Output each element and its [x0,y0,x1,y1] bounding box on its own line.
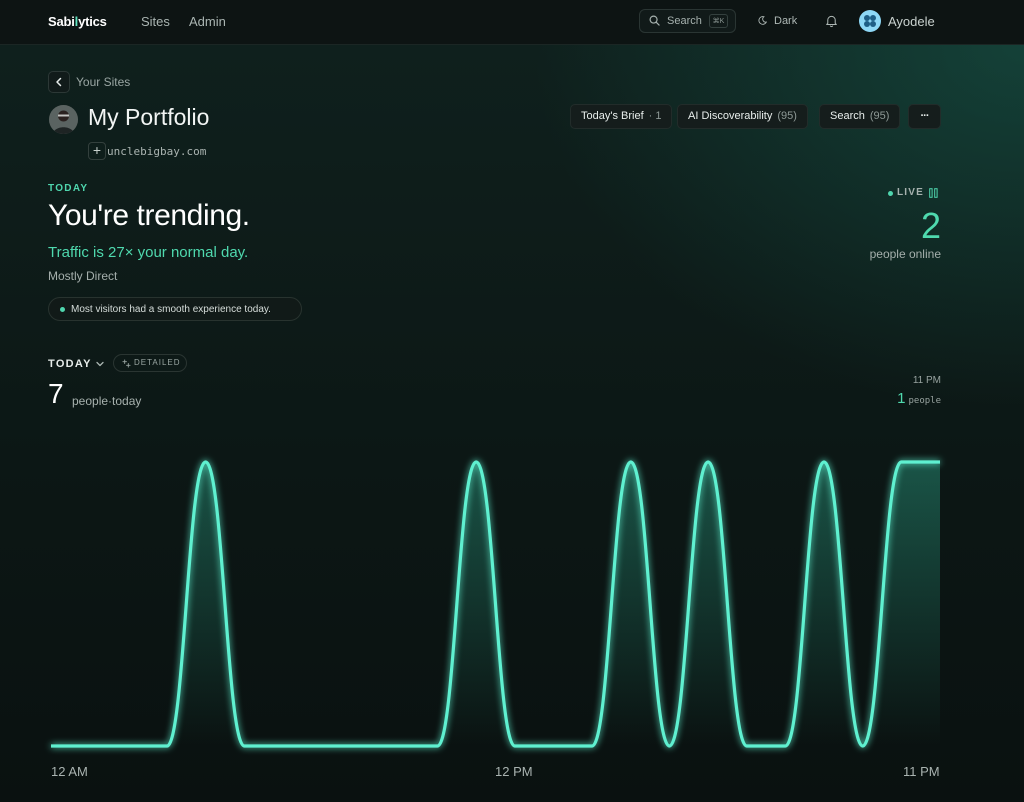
chevron-left-icon [56,77,62,87]
back-button[interactable] [48,71,70,93]
experience-note: Most visitors had a smooth experience to… [48,297,302,321]
search-shortcut: ⌘K [709,14,728,28]
status-dot [60,307,65,312]
live-visitor-count: 2 [920,205,941,246]
search-label: Search [667,15,702,27]
x-tick-label: 12 PM [495,764,533,779]
top-navbar: Sabilytics Sites Admin Search ⌘K Dark Ay… [0,0,1024,45]
sparkle-icon [122,359,131,368]
site-avatar [49,105,78,134]
date-range-selector[interactable]: TODAY [48,358,92,370]
search-score-label: Search [830,110,865,122]
add-domain-button[interactable]: + [88,142,106,160]
portrait-icon [49,105,78,134]
detailed-toggle[interactable]: DETAILED [113,354,187,372]
search-score-value: (95) [869,110,890,122]
nav-link-admin[interactable]: Admin [189,14,226,29]
search-score-button[interactable]: Search (95) [819,104,901,129]
ai-discoverability-label: AI Discoverability [688,110,773,122]
todays-brief-label: Today's Brief [581,110,644,122]
experience-note-text: Most visitors had a smooth experience to… [71,304,271,315]
chart-plot-area [51,460,940,748]
visitors-today-caption: people·today [72,394,142,408]
traffic-chart[interactable] [0,420,1024,802]
user-name[interactable]: Ayodele [888,14,935,29]
theme-label: Dark [774,15,798,27]
hover-value: 1 people [897,390,941,408]
avatar-pattern-icon [864,15,876,27]
detailed-label: DETAILED [134,358,181,367]
live-dot [888,191,893,196]
bell-icon[interactable] [825,14,838,28]
brand-logo[interactable]: Sabilytics [48,14,107,29]
insight-headline: You're trending. [48,199,250,232]
more-options-button[interactable]: ··· [908,104,941,129]
ai-discoverability-score: (95) [777,110,797,122]
live-label: LIVE [897,187,925,198]
brand-suffix: ytics [78,14,107,29]
moon-icon [758,16,767,25]
insight-subhead: Traffic is 27× your normal day. [48,244,249,261]
todays-brief-button[interactable]: Today's Brief · 1 [570,104,673,129]
brand-prefix: Sabi [48,14,75,29]
pause-icon[interactable] [929,188,938,198]
visitors-today-count: 7 [48,378,64,409]
search-button[interactable]: Search ⌘K [639,9,736,33]
search-icon [649,15,660,26]
live-caption: people online [869,247,941,261]
hover-value-unit: people [908,396,941,406]
site-domain[interactable]: unclebigbay.com [107,145,206,158]
chevron-down-icon[interactable] [96,361,104,367]
insight-eyebrow: TODAY [48,183,89,194]
todays-brief-count: · 1 [648,110,662,122]
site-title: My Portfolio [88,104,210,130]
ai-discoverability-button[interactable]: AI Discoverability (95) [677,104,808,129]
x-tick-label: 12 AM [51,764,88,779]
back-link-label[interactable]: Your Sites [76,75,130,89]
x-tick-label: 11 PM [903,764,940,779]
hover-time: 11 PM [912,375,941,386]
main-content: Your Sites My Portfolio + unclebigbay.co… [0,0,1024,802]
nav-link-sites[interactable]: Sites [141,14,170,29]
hover-value-number: 1 [897,390,906,407]
traffic-source: Mostly Direct [48,269,118,283]
user-avatar[interactable] [859,10,881,32]
